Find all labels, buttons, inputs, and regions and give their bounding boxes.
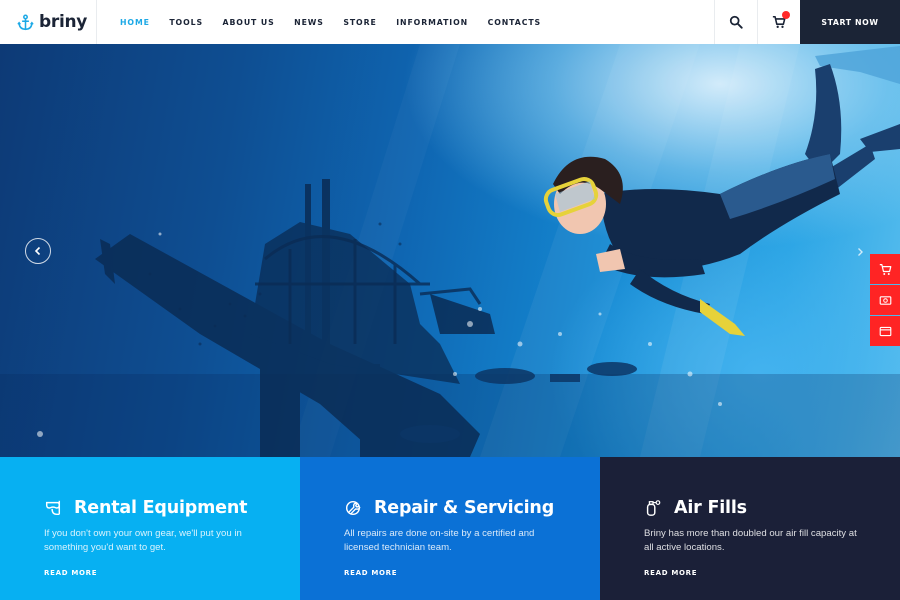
nav-item-information[interactable]: INFORMATION — [396, 18, 468, 27]
feature-description: If you don't own your own gear, we'll pu… — [44, 528, 242, 553]
feature-rental-equipment: Rental Equipment If you don't own your o… — [0, 457, 300, 600]
read-more-link[interactable]: READ MORE — [344, 569, 397, 577]
features-section: Rental Equipment If you don't own your o… — [0, 457, 900, 600]
nav-item-store[interactable]: STORE — [343, 18, 376, 27]
logo[interactable]: briny — [0, 0, 97, 44]
feature-title: Rental Equipment — [74, 498, 248, 518]
nav-item-home[interactable]: HOME — [120, 18, 150, 27]
feature-title: Air Fills — [674, 498, 747, 518]
snorkel-mask-icon — [45, 500, 61, 516]
search-button[interactable] — [714, 0, 757, 44]
read-more-link[interactable]: READ MORE — [644, 569, 697, 577]
side-card-button[interactable] — [870, 316, 900, 346]
chevron-right-icon — [858, 248, 863, 256]
air-tank-icon — [646, 500, 661, 516]
start-now-button[interactable]: START NOW — [800, 0, 900, 44]
anchor-icon — [17, 14, 34, 30]
hero-image — [0, 44, 900, 457]
cart-button[interactable] — [757, 0, 800, 44]
money-icon — [879, 295, 891, 305]
site-header: briny HOME TOOLS ABOUT US NEWS STORE INF… — [0, 0, 900, 44]
side-money-button[interactable] — [870, 285, 900, 315]
nav-item-tools[interactable]: TOOLS — [169, 18, 203, 27]
feature-description: All repairs are done on-site by a certif… — [344, 528, 535, 553]
side-cart-button[interactable] — [870, 254, 900, 284]
card-icon — [879, 326, 891, 336]
nav-item-about-us[interactable]: ABOUT US — [223, 18, 275, 27]
feature-title: Repair & Servicing — [374, 498, 555, 518]
nav-item-news[interactable]: NEWS — [294, 18, 324, 27]
cart-icon — [879, 263, 891, 275]
main-nav: HOME TOOLS ABOUT US NEWS STORE INFORMATI… — [97, 0, 714, 44]
nav-item-contacts[interactable]: CONTACTS — [488, 18, 541, 27]
read-more-link[interactable]: READ MORE — [44, 569, 97, 577]
side-toolbar — [870, 254, 900, 347]
wrench-icon — [345, 500, 361, 516]
hero-slider — [0, 44, 900, 457]
brand-name: briny — [39, 12, 88, 32]
search-icon — [729, 15, 743, 29]
feature-repair-servicing: Repair & Servicing All repairs are done … — [300, 457, 600, 600]
feature-air-fills: Air Fills Briny has more than doubled ou… — [600, 457, 900, 600]
feature-description: Briny has more than doubled our air fill… — [644, 528, 857, 553]
chevron-left-icon — [34, 246, 41, 256]
cart-badge — [782, 11, 790, 19]
slider-next-button[interactable] — [852, 244, 868, 260]
slider-prev-button[interactable] — [25, 238, 51, 264]
